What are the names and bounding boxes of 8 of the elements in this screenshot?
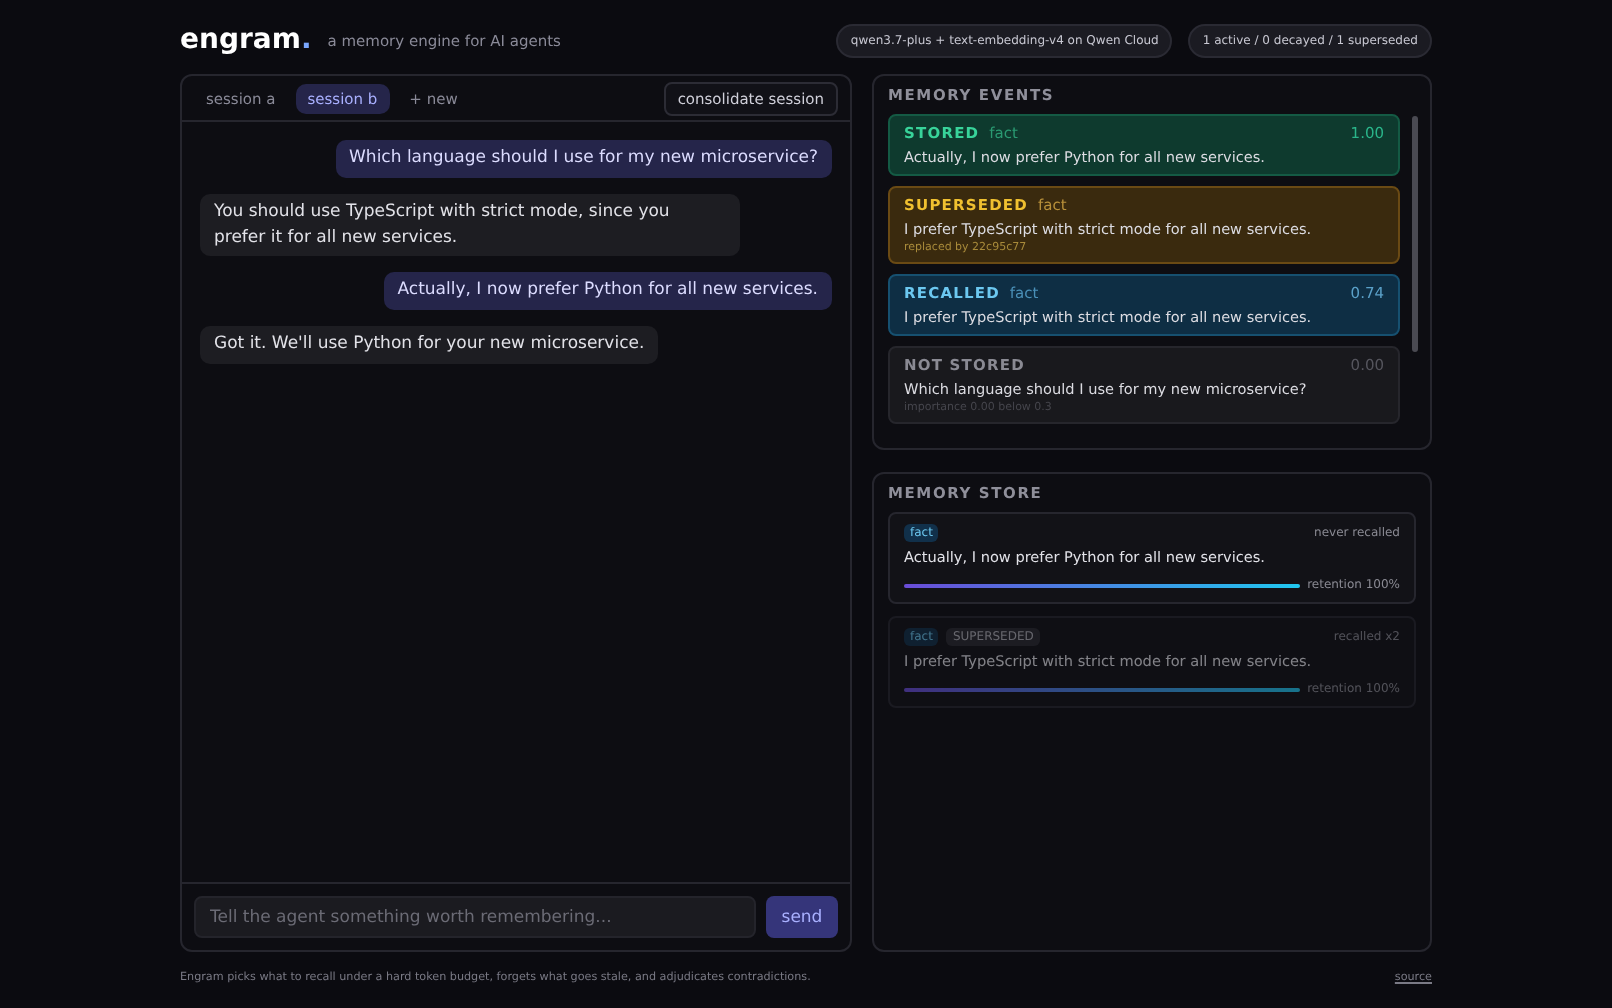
- scrollbar[interactable]: [1412, 116, 1418, 352]
- user-message: Actually, I now prefer Python for all new services.: [383, 272, 832, 310]
- agent-message: You should use TypeScript with strict mode, since you prefer it for all new services.: [200, 193, 740, 257]
- brand-logo: engram.: [180, 24, 312, 56]
- user-message: Which language should I use for my new microservice?: [335, 140, 832, 178]
- message-input[interactable]: Tell the agent something worth remembering...: [194, 896, 756, 938]
- agent-message: Got it. We'll use Python for your new microservice.: [200, 326, 659, 364]
- send-button[interactable]: send: [766, 896, 838, 938]
